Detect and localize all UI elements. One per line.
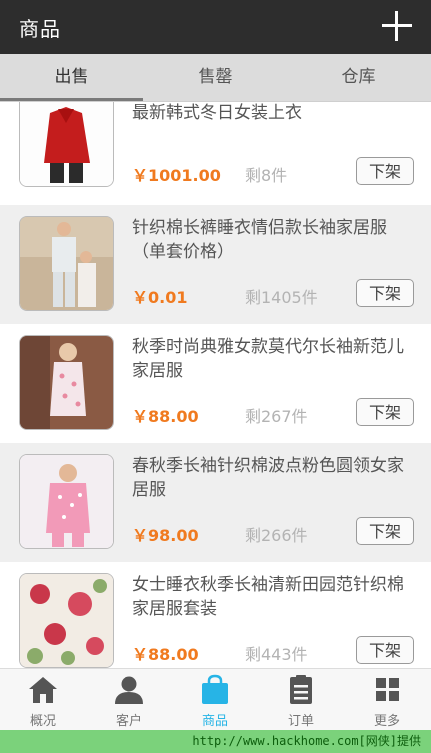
tab-warehouse[interactable]: 仓库 bbox=[287, 54, 430, 101]
app-header: 商品 bbox=[0, 0, 431, 54]
watermark: http://www.hackhome.com[网侠]提供 bbox=[0, 730, 431, 753]
nav-label: 客户 bbox=[115, 714, 142, 729]
list-item[interactable]: 秋季时尚典雅女款莫代尔长袖新范儿家居服 ￥88.00 剩267件 下架 bbox=[0, 324, 431, 443]
product-name[interactable]: 春秋季长袖针织棉波点粉色圆领女家居服 bbox=[132, 454, 407, 502]
tab-on-sale[interactable]: 出售 bbox=[0, 54, 143, 101]
delist-button[interactable]: 下架 bbox=[356, 517, 414, 545]
tab-label: 仓库 bbox=[341, 67, 376, 87]
list-item[interactable]: 最新韩式冬日女装上衣 ￥1001.00 剩8件 下架 bbox=[0, 102, 431, 205]
delist-button[interactable]: 下架 bbox=[356, 636, 414, 664]
tab-sold-out[interactable]: 售罄 bbox=[144, 54, 287, 101]
bottom-nav: 概况 客户 商品 订单 更多 bbox=[0, 668, 431, 731]
product-image bbox=[19, 454, 114, 549]
person-icon bbox=[112, 674, 146, 706]
home-icon bbox=[26, 674, 60, 706]
product-price: ￥88.00 bbox=[132, 645, 199, 664]
nav-overview[interactable]: 概况 bbox=[0, 669, 86, 731]
product-stock: 剩8件 bbox=[245, 166, 288, 185]
active-tab-indicator bbox=[0, 98, 143, 101]
nav-orders[interactable]: 订单 bbox=[258, 669, 344, 731]
product-price: ￥88.00 bbox=[132, 407, 199, 426]
product-name[interactable]: 最新韩式冬日女装上衣 bbox=[132, 102, 407, 125]
list-item[interactable]: 女士睡衣秋季长袖清新田园范针织棉家居服套装 ￥88.00 剩443件 下架 bbox=[0, 562, 431, 668]
product-image bbox=[19, 216, 114, 311]
product-price: ￥0.01 bbox=[132, 288, 188, 307]
delist-button[interactable]: 下架 bbox=[356, 398, 414, 426]
nav-more[interactable]: 更多 bbox=[344, 669, 430, 731]
list-item[interactable]: 针织棉长裤睡衣情侣款长袖家居服（单套价格） ￥0.01 剩1405件 下架 bbox=[0, 205, 431, 324]
delist-button[interactable]: 下架 bbox=[356, 279, 414, 307]
product-name[interactable]: 女士睡衣秋季长袖清新田园范针织棉家居服套装 bbox=[132, 573, 407, 621]
list-item[interactable]: 春秋季长袖针织棉波点粉色圆领女家居服 ￥98.00 剩266件 下架 bbox=[0, 443, 431, 562]
plus-icon[interactable] bbox=[377, 6, 417, 46]
product-image bbox=[19, 573, 114, 668]
nav-label: 订单 bbox=[287, 714, 314, 729]
tab-label: 售罄 bbox=[198, 67, 233, 87]
product-image bbox=[19, 102, 114, 187]
product-stock: 剩266件 bbox=[245, 526, 308, 545]
product-list[interactable]: 最新韩式冬日女装上衣 ￥1001.00 剩8件 下架 针织棉长裤睡衣情侣款长袖家… bbox=[0, 102, 431, 668]
bag-icon bbox=[198, 674, 232, 706]
clipboard-icon bbox=[284, 674, 318, 706]
delist-button[interactable]: 下架 bbox=[356, 157, 414, 185]
product-price: ￥1001.00 bbox=[132, 166, 221, 185]
tab-bar: 出售 售罄 仓库 bbox=[0, 54, 431, 102]
product-stock: 剩267件 bbox=[245, 407, 308, 426]
tab-label: 出售 bbox=[54, 67, 89, 87]
nav-customers[interactable]: 客户 bbox=[86, 669, 172, 731]
product-name[interactable]: 秋季时尚典雅女款莫代尔长袖新范儿家居服 bbox=[132, 335, 407, 383]
nav-label: 概况 bbox=[29, 714, 56, 729]
grid-icon bbox=[370, 674, 404, 706]
nav-products[interactable]: 商品 bbox=[172, 669, 258, 731]
nav-label: 商品 bbox=[201, 714, 228, 729]
nav-label: 更多 bbox=[373, 714, 400, 729]
product-name[interactable]: 针织棉长裤睡衣情侣款长袖家居服（单套价格） bbox=[132, 216, 407, 264]
product-stock: 剩443件 bbox=[245, 645, 308, 664]
product-price: ￥98.00 bbox=[132, 526, 199, 545]
product-image bbox=[19, 335, 114, 430]
product-stock: 剩1405件 bbox=[245, 288, 318, 307]
page-title: 商品 bbox=[19, 17, 61, 41]
